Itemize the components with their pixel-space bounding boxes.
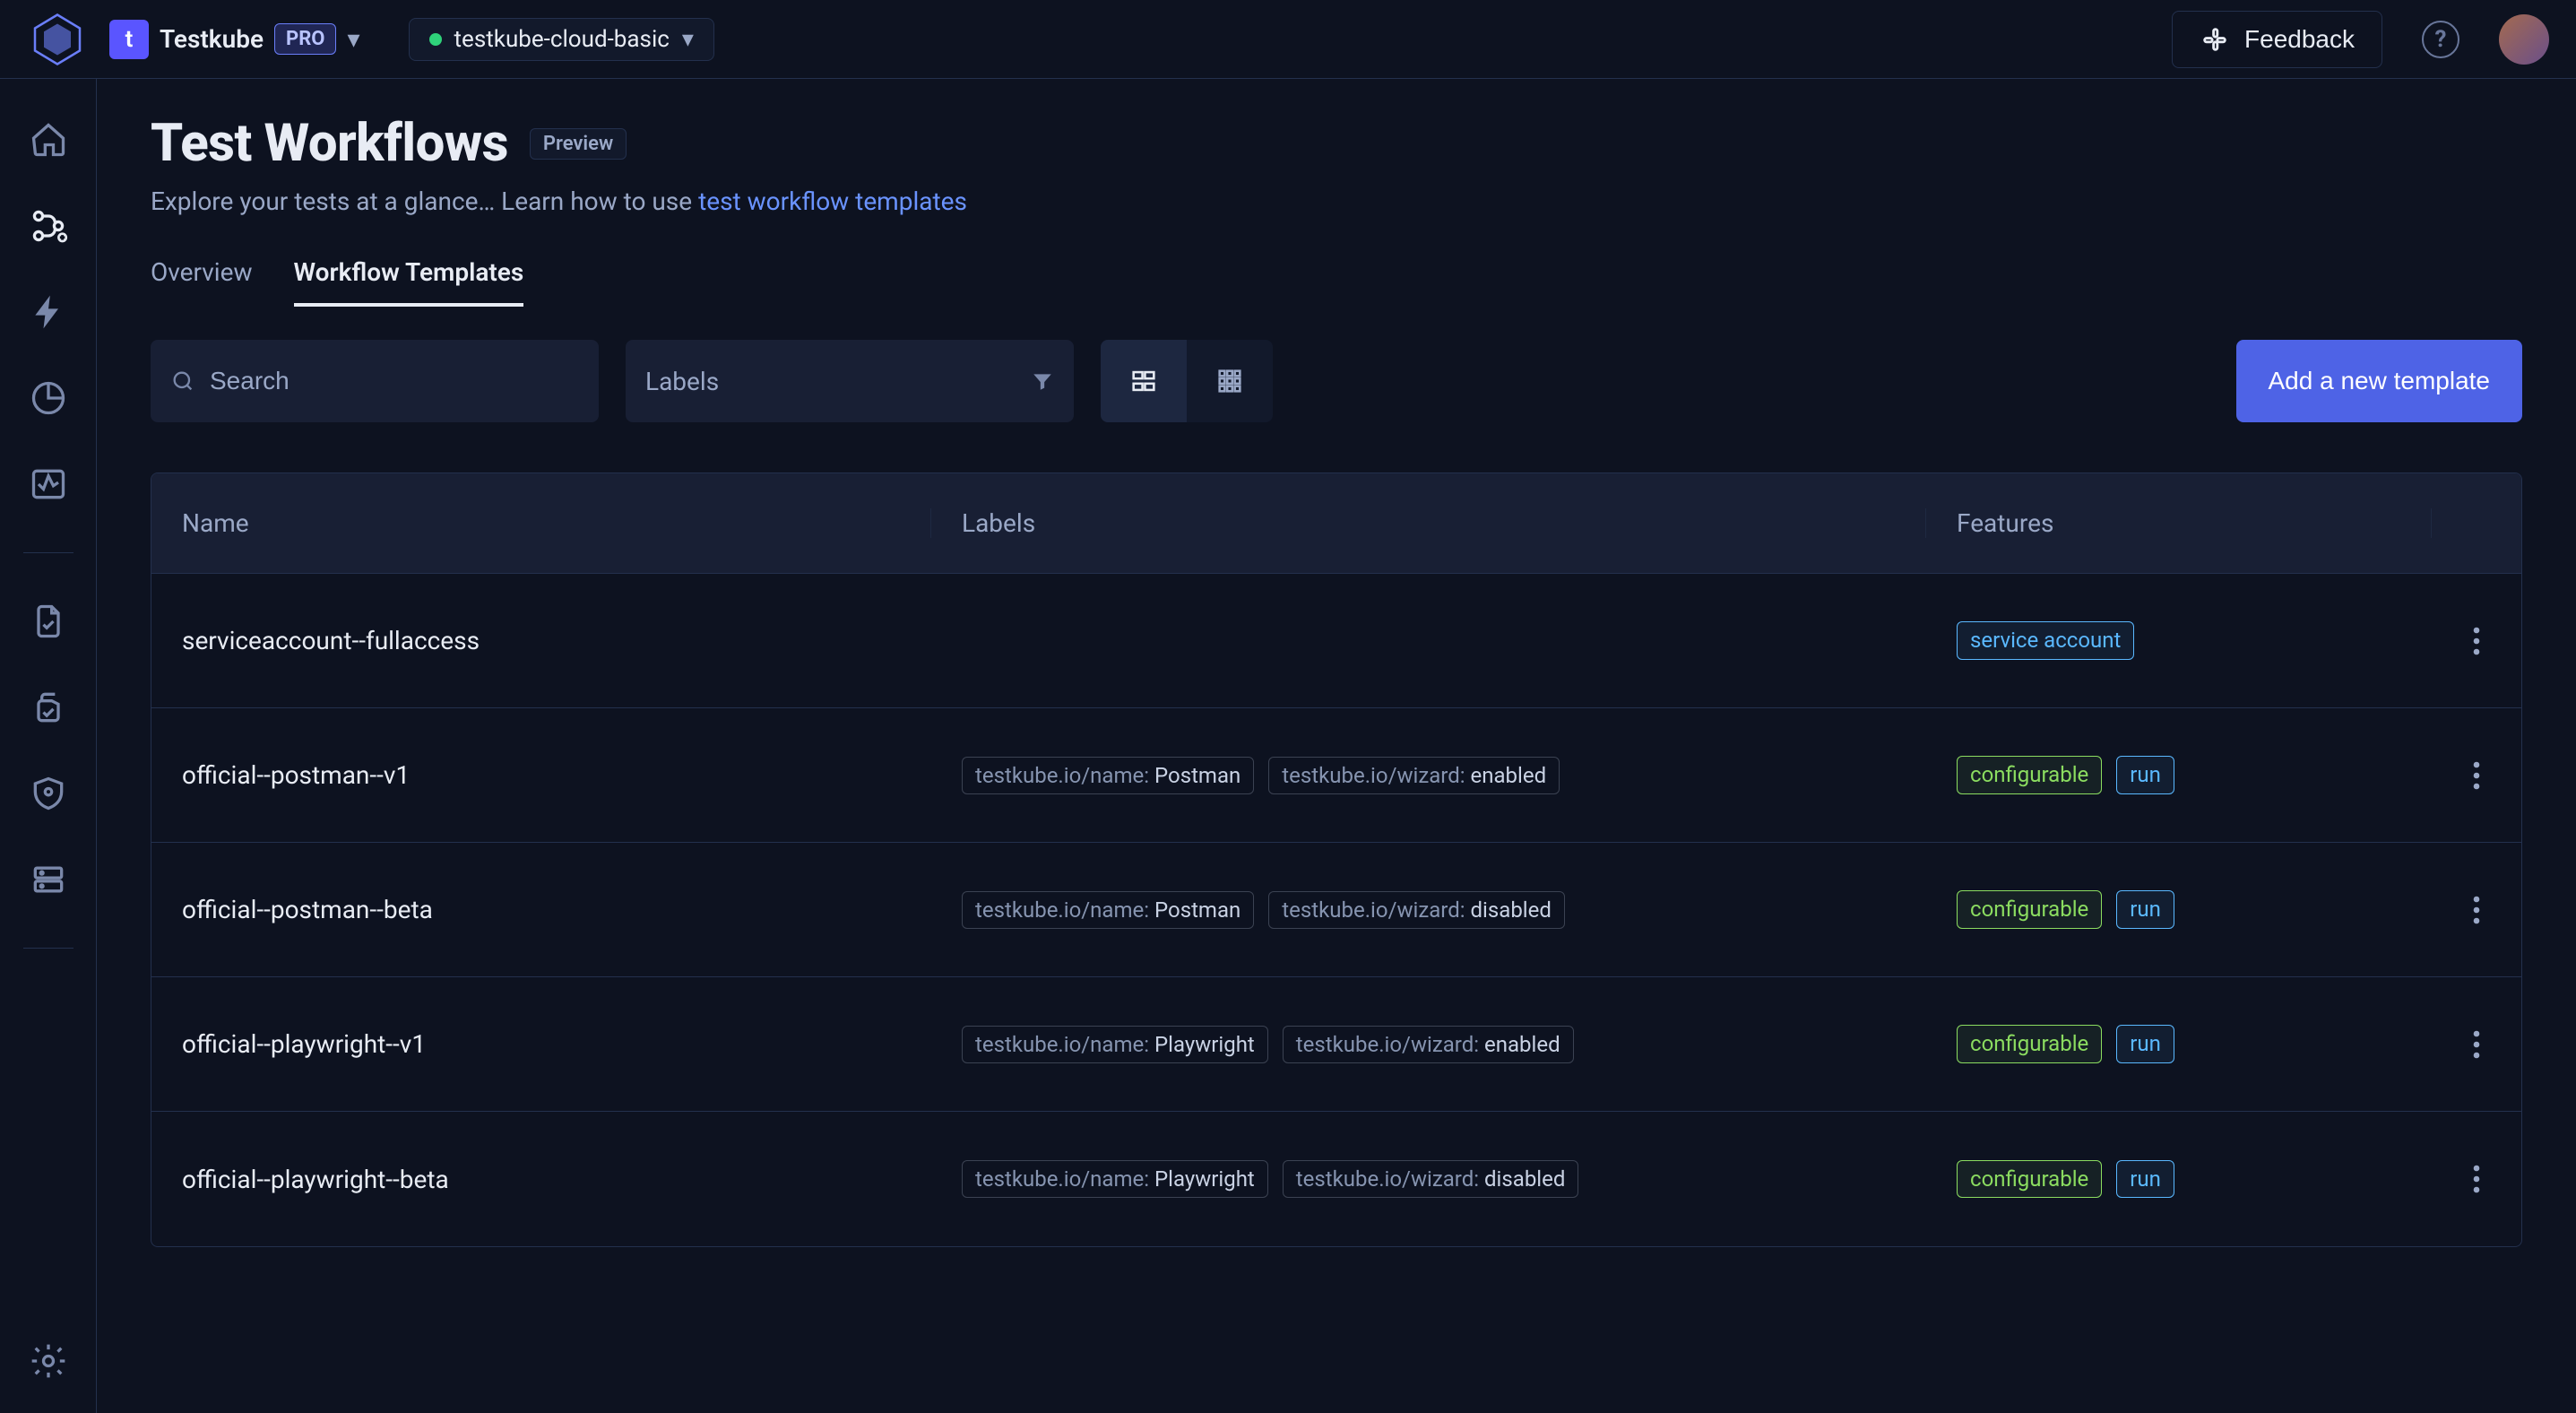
row-menu-button[interactable] [2432,759,2521,792]
feature-badge: service account [1957,621,2134,660]
controls-bar: Labels Add a new template [151,340,2522,422]
sidebar-item-tests[interactable] [23,596,73,646]
tab-overview[interactable]: Overview [151,257,253,307]
pro-badge: PRO [274,23,336,55]
feature-badge: configurable [1957,1160,2102,1199]
row-menu-button[interactable] [2432,1163,2521,1195]
org-avatar: t [109,20,149,59]
sidebar-item-settings[interactable] [23,1336,73,1386]
table-row[interactable]: serviceaccount--fullaccess service accoun… [151,574,2521,708]
cell-features: configurable run [1926,890,2432,929]
labels-filter[interactable]: Labels [626,340,1074,422]
view-toggle-grid[interactable] [1187,340,1273,422]
row-menu-button[interactable] [2432,894,2521,926]
search-icon [170,368,195,394]
col-name: Name [151,508,931,538]
label-chip: testkube.io/name: Postman [962,891,1254,929]
view-toggle-list[interactable] [1101,340,1187,422]
feature-badge: run [2116,1025,2174,1063]
app-logo[interactable] [27,9,88,70]
page-title: Test Workflows [151,113,508,174]
label-chip: testkube.io/name: Playwright [962,1160,1268,1198]
sidebar-item-sources[interactable] [23,854,73,905]
table-row[interactable]: official--playwright--betatestkube.io/na… [151,1112,2521,1246]
sidebar-item-workflows[interactable] [23,201,73,251]
templates-table: Name Labels Features serviceaccount--ful… [151,472,2522,1247]
label-chip: testkube.io/wizard: disabled [1283,1160,1579,1198]
org-selector[interactable]: t Testkube PRO ▾ [109,20,360,59]
row-menu-button[interactable] [2432,625,2521,657]
label-chip: testkube.io/wizard: enabled [1268,757,1560,794]
tab-workflow-templates[interactable]: Workflow Templates [294,257,524,307]
topbar: t Testkube PRO ▾ testkube-cloud-basic ▾ … [0,0,2576,79]
cell-features: configurable run [1926,756,2432,794]
page-description-text: Explore your tests at a glance… Learn ho… [151,186,698,216]
more-vertical-icon [2472,894,2481,926]
labels-filter-placeholder: Labels [645,367,719,396]
main-content: Test Workflows Preview Explore your test… [97,79,2576,1413]
sidebar-item-status[interactable] [23,459,73,509]
page-description: Explore your tests at a glance… Learn ho… [151,186,2522,216]
search-input-wrapper[interactable] [151,340,599,422]
templates-docs-link[interactable]: test workflow templates [698,186,967,216]
sidebar [0,79,97,1413]
table-header: Name Labels Features [151,473,2521,574]
chevron-down-icon: ▾ [347,24,359,54]
tabs: Overview Workflow Templates [151,257,2522,308]
more-vertical-icon [2472,1028,2481,1061]
table-row[interactable]: official--postman--v1testkube.io/name: P… [151,708,2521,843]
search-input[interactable] [208,366,579,396]
more-vertical-icon [2472,759,2481,792]
chevron-down-icon: ▾ [682,26,694,53]
cell-features: service account [1926,621,2432,660]
cell-features: configurable run [1926,1025,2432,1063]
feedback-label: Feedback [2244,25,2355,54]
filter-icon [1031,369,1054,393]
row-menu-button[interactable] [2432,1028,2521,1061]
cell-labels: testkube.io/name: Postman testkube.io/wiz… [931,757,1926,794]
cell-name: serviceaccount--fullaccess [151,626,931,655]
feature-badge: configurable [1957,890,2102,929]
cell-labels: testkube.io/name: Postman testkube.io/wiz… [931,891,1926,929]
label-chip: testkube.io/name: Playwright [962,1026,1268,1063]
cell-features: configurable run [1926,1160,2432,1199]
col-labels: Labels [931,508,1926,538]
org-name: Testkube [160,24,264,54]
environment-selector[interactable]: testkube-cloud-basic ▾ [409,18,714,61]
label-chip: testkube.io/wizard: disabled [1268,891,1565,929]
cell-labels: testkube.io/name: Playwright testkube.io/… [931,1160,1926,1198]
label-chip: testkube.io/wizard: enabled [1283,1026,1574,1063]
sidebar-item-security[interactable] [23,768,73,819]
table-row[interactable]: official--postman--betatestkube.io/name:… [151,843,2521,977]
status-dot-icon [429,33,442,46]
sidebar-item-home[interactable] [23,115,73,165]
sidebar-item-triggers[interactable] [23,287,73,337]
cell-name: official--playwright--beta [151,1165,931,1194]
user-avatar[interactable] [2499,14,2549,65]
slack-icon [2200,24,2230,55]
feature-badge: run [2116,1160,2174,1199]
view-toggle [1101,340,1273,422]
environment-name: testkube-cloud-basic [454,26,670,53]
add-template-button[interactable]: Add a new template [2236,340,2523,422]
feature-badge: configurable [1957,756,2102,794]
sidebar-item-insights[interactable] [23,373,73,423]
feature-badge: run [2116,756,2174,794]
col-features: Features [1926,508,2432,538]
cell-name: official--playwright--v1 [151,1029,931,1059]
cell-name: official--postman--beta [151,895,931,924]
table-row[interactable]: official--playwright--v1testkube.io/name… [151,977,2521,1112]
more-vertical-icon [2472,1163,2481,1195]
more-vertical-icon [2472,625,2481,657]
label-chip: testkube.io/name: Postman [962,757,1254,794]
feedback-button[interactable]: Feedback [2172,11,2382,68]
sidebar-item-suites[interactable] [23,682,73,733]
cell-labels: testkube.io/name: Playwright testkube.io/… [931,1026,1926,1063]
feature-badge: run [2116,890,2174,929]
feature-badge: configurable [1957,1025,2102,1063]
cell-name: official--postman--v1 [151,760,931,790]
preview-badge: Preview [530,128,627,160]
help-button[interactable]: ? [2422,21,2459,58]
